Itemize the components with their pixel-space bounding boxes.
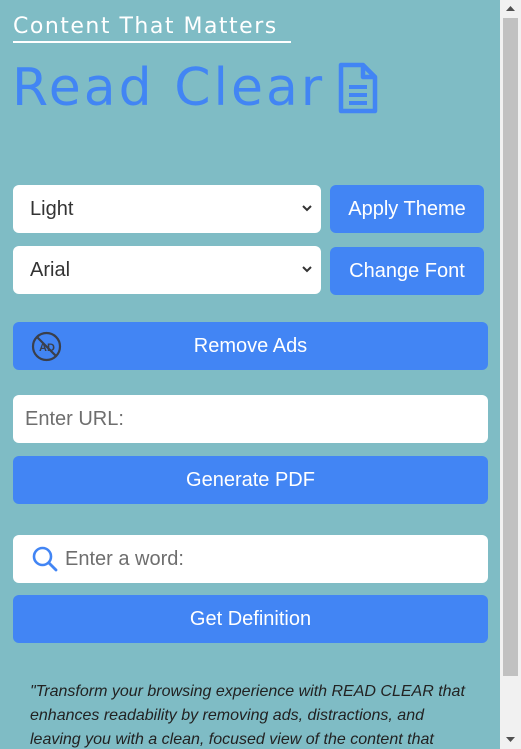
change-font-button[interactable]: Change Font	[330, 247, 484, 295]
scrollbar-thumb[interactable]	[503, 18, 518, 676]
remove-ads-label: Remove Ads	[193, 334, 308, 357]
url-input-placeholder: Enter URL:	[25, 407, 124, 430]
scroll-up-arrow-icon[interactable]	[504, 4, 517, 14]
remove-ads-button[interactable]: AD Remove Ads	[13, 322, 488, 370]
word-input-placeholder: Enter a word:	[65, 547, 184, 570]
app-title: Read Clear	[12, 58, 326, 118]
chevron-down-icon	[302, 205, 312, 212]
apply-theme-button[interactable]: Apply Theme	[330, 185, 484, 233]
scrollbar[interactable]	[500, 0, 521, 749]
theme-select[interactable]: Light	[13, 185, 321, 233]
chevron-down-icon	[302, 266, 312, 273]
svg-text:AD: AD	[39, 342, 55, 354]
get-definition-button[interactable]: Get Definition	[13, 595, 488, 643]
document-icon	[337, 62, 379, 114]
font-select-value: Arial	[30, 258, 71, 281]
description-text: "Transform your browsing experience with…	[30, 683, 465, 748]
url-input[interactable]: Enter URL:	[13, 395, 488, 443]
scroll-down-arrow-icon[interactable]	[504, 734, 517, 744]
popup-page: Content That Matters Read Clear Light Ap…	[0, 0, 521, 749]
search-icon	[32, 546, 58, 572]
brand-header: Read Clear	[12, 52, 379, 124]
generate-pdf-button[interactable]: Generate PDF	[13, 456, 488, 504]
word-input[interactable]: Enter a word:	[13, 535, 488, 583]
tagline: Content That Matters	[13, 14, 291, 43]
font-select[interactable]: Arial	[13, 246, 321, 294]
theme-select-value: Light	[30, 197, 74, 220]
no-ads-icon: AD	[31, 331, 62, 362]
